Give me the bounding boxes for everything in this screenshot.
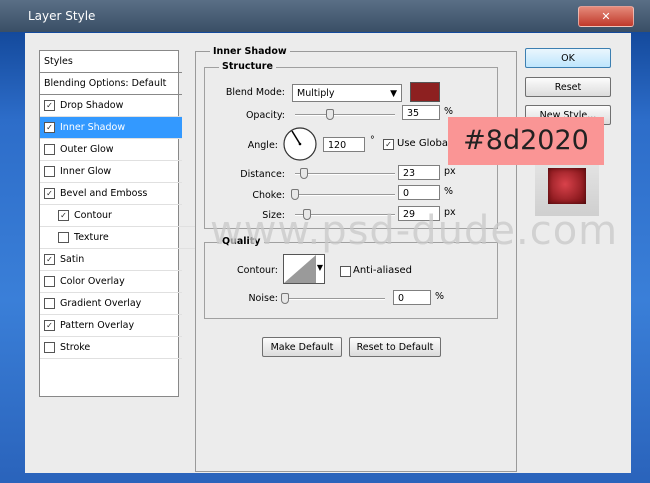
angle-unit: ° bbox=[370, 135, 375, 146]
noise-slider[interactable] bbox=[281, 293, 385, 304]
choke-label: Choke: bbox=[252, 190, 285, 201]
angle-dial-center bbox=[298, 142, 302, 146]
anti-aliased-checkbox[interactable] bbox=[340, 266, 351, 277]
contour-label: Contour: bbox=[237, 265, 278, 276]
styles-list-item-label: Gradient Overlay bbox=[60, 298, 142, 309]
styles-list-item-label: Pattern Overlay bbox=[60, 320, 135, 331]
watermark-text: www.psd-dude.com bbox=[210, 208, 619, 254]
angle-input[interactable]: 120 bbox=[323, 137, 365, 152]
styles-list-item-color-overlay[interactable]: Color Overlay bbox=[40, 271, 182, 293]
styles-list: Styles Blending Options: Default ✓ Drop Sh… bbox=[39, 50, 196, 397]
panel-title: Inner Shadow bbox=[210, 46, 290, 57]
checkbox-icon[interactable]: ✓ bbox=[44, 254, 55, 265]
styles-list-item-inner-shadow[interactable]: ✓ Inner Shadow bbox=[40, 117, 182, 139]
reset-button[interactable]: Reset bbox=[525, 77, 611, 97]
checkbox-icon[interactable] bbox=[44, 166, 55, 177]
styles-header-label: Styles bbox=[44, 56, 73, 67]
styles-list-item-contour[interactable]: ✓ Contour bbox=[40, 205, 196, 227]
close-button[interactable]: ✕ bbox=[578, 6, 634, 27]
make-default-button[interactable]: Make Default bbox=[262, 337, 342, 357]
blend-mode-label: Blend Mode: bbox=[225, 87, 285, 98]
style-preview-box bbox=[535, 156, 599, 216]
styles-list-item-label: Contour bbox=[74, 210, 112, 221]
distance-slider[interactable] bbox=[295, 168, 395, 179]
contour-preview-icon bbox=[284, 255, 316, 283]
styles-list-item-label: Drop Shadow bbox=[60, 100, 124, 111]
choke-slider-thumb[interactable] bbox=[291, 189, 299, 200]
styles-list-item-label: Texture bbox=[74, 232, 109, 243]
anti-aliased-label: Anti-aliased bbox=[353, 265, 413, 276]
checkbox-icon[interactable] bbox=[58, 232, 69, 243]
noise-unit: % bbox=[435, 291, 445, 302]
reset-to-default-button[interactable]: Reset to Default bbox=[349, 337, 441, 357]
styles-list-item-inner-glow[interactable]: Inner Glow bbox=[40, 161, 182, 183]
angle-label: Angle: bbox=[247, 140, 278, 151]
noise-label: Noise: bbox=[248, 293, 278, 304]
styles-list-item-blending-options-default[interactable]: Blending Options: Default bbox=[40, 73, 182, 95]
styles-list-item-texture[interactable]: Texture bbox=[40, 227, 196, 249]
checkbox-icon[interactable]: ✓ bbox=[44, 100, 55, 111]
opacity-slider-thumb[interactable] bbox=[326, 109, 334, 120]
styles-list-item-label: Inner Shadow bbox=[60, 122, 126, 133]
chevron-down-icon: ▼ bbox=[316, 263, 323, 272]
checkbox-icon[interactable]: ✓ bbox=[44, 320, 55, 331]
styles-list-item-satin[interactable]: ✓ Satin bbox=[40, 249, 182, 271]
title-bar[interactable]: Layer Style ✕ bbox=[0, 0, 650, 32]
opacity-slider[interactable] bbox=[295, 109, 395, 120]
styles-list-item-bevel-and-emboss[interactable]: ✓ Bevel and Emboss bbox=[40, 183, 182, 205]
choke-input[interactable]: 0 bbox=[398, 185, 440, 200]
distance-label: Distance: bbox=[240, 169, 285, 180]
distance-input[interactable]: 23 bbox=[398, 165, 440, 180]
noise-slider-thumb[interactable] bbox=[281, 293, 289, 304]
styles-list-item-label: Bevel and Emboss bbox=[60, 188, 148, 199]
styles-list-header[interactable]: Styles bbox=[40, 51, 182, 73]
opacity-input[interactable]: 35 bbox=[402, 105, 440, 120]
angle-dial[interactable] bbox=[282, 126, 318, 162]
styles-list-item-outer-glow[interactable]: Outer Glow bbox=[40, 139, 182, 161]
window-title: Layer Style bbox=[28, 9, 96, 23]
checkbox-icon[interactable] bbox=[44, 276, 55, 287]
contour-preview-fill bbox=[284, 255, 316, 283]
styles-list-item-pattern-overlay[interactable]: ✓ Pattern Overlay bbox=[40, 315, 182, 337]
checkbox-icon[interactable] bbox=[44, 298, 55, 309]
contour-picker[interactable]: ▼ bbox=[283, 254, 325, 284]
choke-unit: % bbox=[444, 186, 454, 197]
color-code-overlay: #8d2020 bbox=[448, 117, 604, 165]
opacity-label: Opacity: bbox=[245, 110, 285, 121]
blend-mode-value: Multiply bbox=[297, 88, 335, 99]
distance-unit: px bbox=[444, 166, 456, 177]
noise-input[interactable]: 0 bbox=[393, 290, 431, 305]
distance-slider-thumb[interactable] bbox=[300, 168, 309, 179]
styles-list-item-label: Stroke bbox=[60, 342, 91, 353]
blend-mode-select[interactable]: Multiply ▼ bbox=[292, 84, 402, 102]
styles-list-item-stroke[interactable]: Stroke bbox=[40, 337, 182, 359]
styles-list-item-drop-shadow[interactable]: ✓ Drop Shadow bbox=[40, 95, 182, 117]
checkbox-icon[interactable]: ✓ bbox=[44, 122, 55, 133]
ok-button[interactable]: OK bbox=[525, 48, 611, 68]
styles-list-item-label: Blending Options: Default bbox=[44, 78, 167, 89]
styles-list-item-gradient-overlay[interactable]: Gradient Overlay bbox=[40, 293, 182, 315]
checkbox-icon[interactable] bbox=[44, 342, 55, 353]
choke-slider[interactable] bbox=[291, 189, 395, 200]
styles-list-item-label: Outer Glow bbox=[60, 144, 114, 155]
styles-list-item-label: Inner Glow bbox=[60, 166, 112, 177]
use-global-light-checkbox[interactable]: ✓ bbox=[383, 139, 394, 150]
structure-title: Structure bbox=[219, 61, 276, 72]
inner-shadow-panel: Inner Shadow Structure Blend Mode: Multi… bbox=[195, 46, 517, 472]
styles-list-item-label: Satin bbox=[60, 254, 85, 265]
opacity-unit: % bbox=[444, 106, 454, 117]
checkbox-icon[interactable]: ✓ bbox=[44, 188, 55, 199]
styles-list-item-label: Color Overlay bbox=[60, 276, 125, 287]
checkbox-icon[interactable] bbox=[44, 144, 55, 155]
shadow-color-swatch[interactable] bbox=[410, 82, 440, 102]
style-preview-swatch bbox=[548, 168, 586, 204]
checkbox-icon[interactable]: ✓ bbox=[58, 210, 69, 221]
chevron-down-icon: ▼ bbox=[390, 89, 397, 99]
layer-style-window: Layer Style ✕ Styles Blending Options: D… bbox=[0, 0, 650, 483]
